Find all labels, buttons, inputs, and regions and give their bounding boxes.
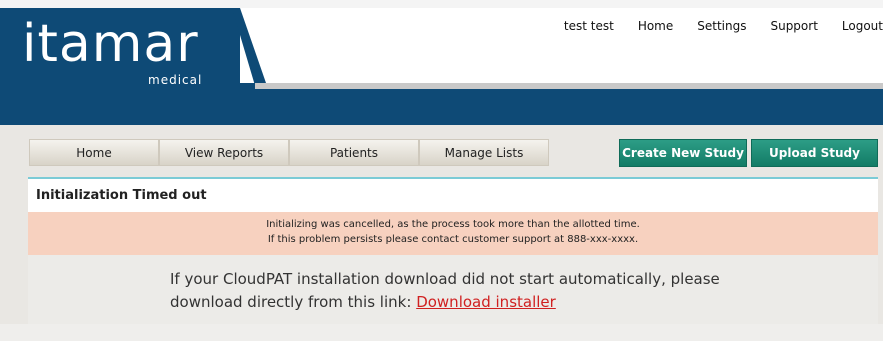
content-panel: Initialization Timed out Initializing wa…: [28, 177, 878, 326]
upload-study-button[interactable]: Upload Study: [751, 139, 878, 167]
topnav-support-link[interactable]: Support: [770, 19, 817, 33]
topnav-logout-link[interactable]: Logout: [842, 19, 883, 33]
header-slant: [232, 8, 266, 89]
page-title: Initialization Timed out: [28, 179, 878, 212]
error-alert: Initializing was cancelled, as the proce…: [28, 212, 878, 255]
message-line-2-text: download directly from this link:: [170, 293, 412, 311]
download-message: If your CloudPAT installation download d…: [170, 268, 810, 314]
logo-subtitle: medical: [148, 73, 203, 87]
main-tabs: Home View Reports Patients Manage Lists: [29, 139, 549, 166]
create-new-study-button[interactable]: Create New Study: [619, 139, 747, 167]
page-bottom: [0, 324, 883, 341]
tab-view-reports[interactable]: View Reports: [159, 139, 289, 166]
alert-line-2: If this problem persists please contact …: [267, 234, 639, 245]
message-line-2: download directly from this link: Downlo…: [170, 291, 810, 314]
header-gray-strip: [255, 83, 883, 89]
tab-manage-lists[interactable]: Manage Lists: [419, 139, 549, 166]
alert-line-1: Initializing was cancelled, as the proce…: [266, 219, 640, 230]
tab-patients[interactable]: Patients: [289, 139, 419, 166]
download-installer-link[interactable]: Download installer: [416, 293, 556, 311]
topnav-settings-link[interactable]: Settings: [697, 19, 746, 33]
logo: itamar: [22, 14, 199, 74]
tab-home[interactable]: Home: [29, 139, 159, 166]
message-line-1: If your CloudPAT installation download d…: [170, 270, 720, 288]
topnav-home-link[interactable]: Home: [638, 19, 673, 33]
user-name: test test: [563, 19, 614, 33]
top-nav: test test Home Settings Support Logout: [564, 16, 883, 36]
